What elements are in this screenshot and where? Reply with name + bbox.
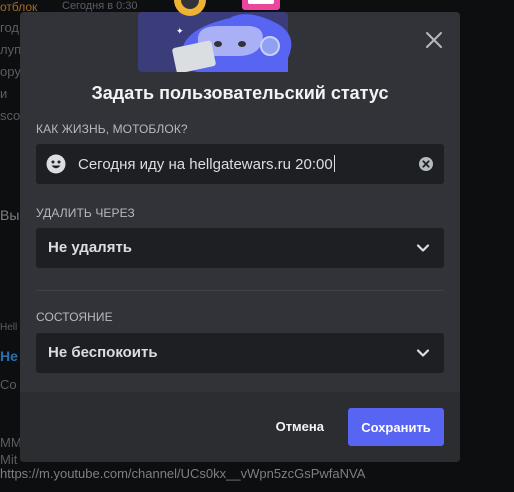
bg-fragment: sco <box>0 108 21 123</box>
bg-fragment: Не <box>0 348 18 364</box>
modal-title: Задать пользовательский статус <box>91 83 389 103</box>
bg-fragment: и <box>0 86 8 101</box>
clear-after-value: Не удалять <box>48 239 133 256</box>
bg-fragment: MM <box>0 435 22 450</box>
svg-text:✦: ✦ <box>176 27 184 37</box>
bg-url-link[interactable]: https://m.youtube.com/channel/UCs0kx__vW… <box>0 466 365 481</box>
state-label: СОСТОЯНИЕ <box>36 310 113 324</box>
clear-after-select[interactable]: Не удалять <box>36 228 444 268</box>
status-illustration: ✦ <box>138 0 292 72</box>
bg-fragment: луп <box>0 42 22 57</box>
bg-timestamp: Сегодня в 0:30 <box>62 0 138 12</box>
status-input[interactable]: Сегодня иду на hellgatewars.ru 20:00 <box>36 144 444 184</box>
clear-after-label: УДАЛИТЬ ЧЕРЕЗ <box>36 206 135 220</box>
close-icon[interactable] <box>424 30 444 50</box>
state-select[interactable]: Не беспокоить <box>36 333 444 373</box>
bg-fragment: Mit <box>0 452 18 467</box>
chevron-down-icon <box>416 244 430 252</box>
text-caret <box>333 155 335 172</box>
bg-fragment: Hell <box>0 322 18 333</box>
status-field-label: КАК ЖИЗНЬ, МОТОБЛОК? <box>36 122 188 136</box>
bg-fragment: ору <box>0 64 21 79</box>
emoji-icon[interactable] <box>46 154 66 174</box>
state-value: Не беспокоить <box>48 344 158 361</box>
cancel-button[interactable]: Отмена <box>276 419 324 434</box>
clear-icon[interactable] <box>418 156 434 172</box>
divider <box>36 290 444 291</box>
custom-status-modal: ✦ Задать пользовательский статус КАК ЖИЗ… <box>20 0 460 462</box>
bg-fragment: год <box>0 20 19 35</box>
modal-footer: Отмена Сохранить <box>20 392 460 462</box>
bg-fragment: Вы <box>0 207 20 223</box>
status-input-value[interactable]: Сегодня иду на hellgatewars.ru 20:00 <box>78 155 335 173</box>
chevron-down-icon <box>416 349 430 357</box>
bg-fragment: Co <box>0 377 17 392</box>
save-button[interactable]: Сохранить <box>348 408 444 446</box>
